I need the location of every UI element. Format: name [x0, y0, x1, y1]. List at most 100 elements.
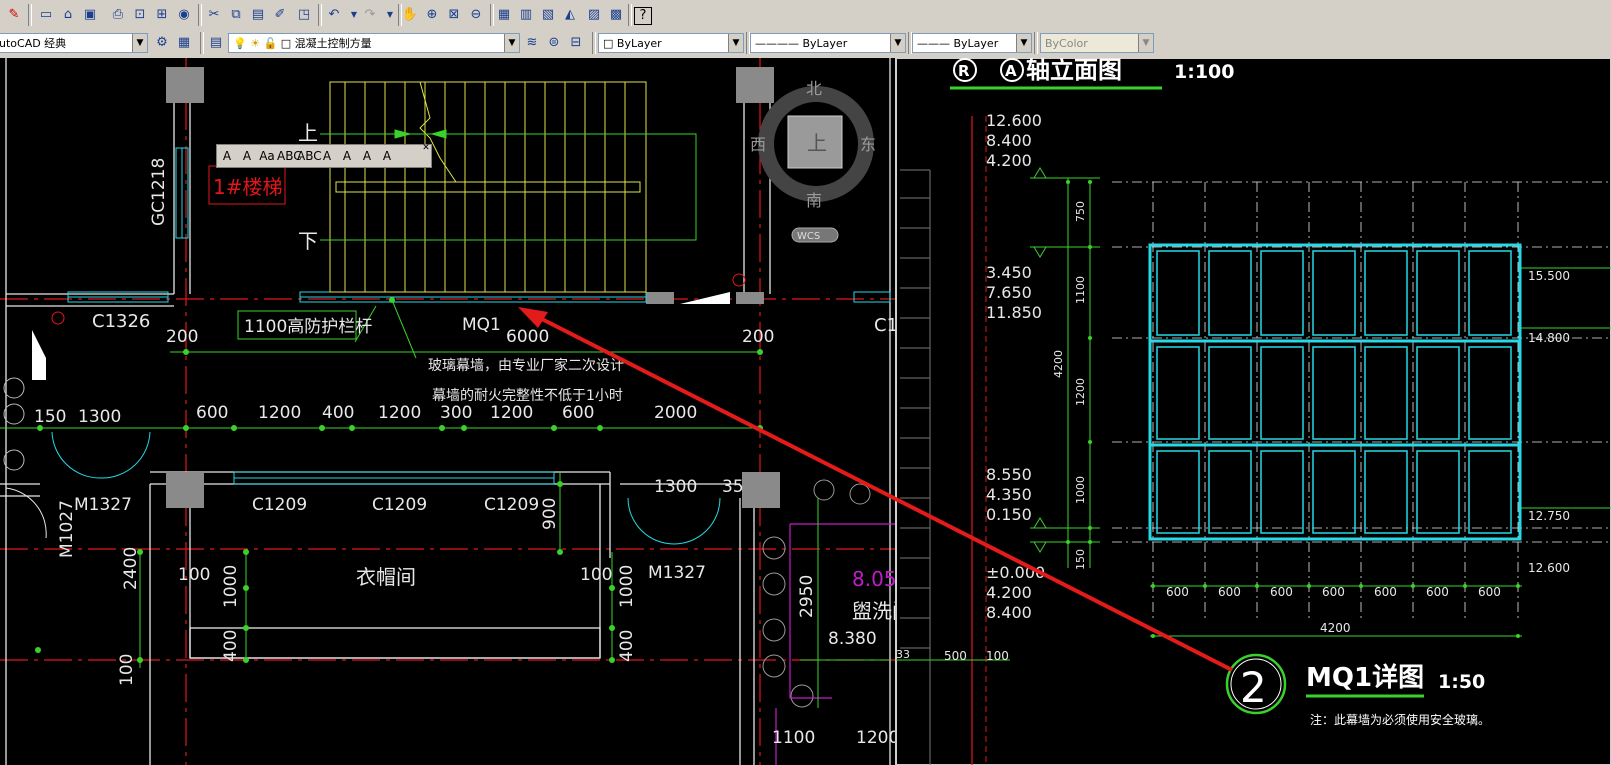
dim-100: 100 [117, 654, 137, 686]
save-icon[interactable]: ▣ [80, 5, 100, 25]
window-c1209-label: C1209 [372, 495, 427, 515]
dim-150: 150 [34, 407, 66, 427]
layer-select[interactable]: 💡 ☀ 🔓 □ 混凝土控制方量 ▼ [228, 33, 520, 53]
dim-300: 300 [440, 403, 472, 423]
lineweight-sample: ——— [917, 37, 950, 50]
plotstyle-select[interactable]: ByColor ▼ [1040, 33, 1154, 53]
workspace-grid-icon[interactable]: ▦ [174, 33, 194, 53]
dim-1200: 1200 [258, 403, 301, 423]
paste-icon[interactable]: ▤ [248, 5, 268, 25]
markup-icon[interactable]: ▨ [584, 5, 604, 25]
chevron-down-icon: ▼ [890, 34, 905, 52]
dim-900: 900 [540, 498, 560, 530]
publish-icon[interactable]: ⊞ [152, 5, 172, 25]
copy-icon[interactable]: ⧉ [226, 5, 246, 25]
railing-label: 1100高防护栏杆 [244, 317, 372, 337]
detail-title: MQ1详图 [1306, 662, 1424, 693]
zoom-window-icon[interactable]: ⊠ [444, 5, 464, 25]
level-0150: 0.150 [986, 505, 1032, 524]
toolbar-separator [28, 4, 32, 26]
help-icon[interactable]: ? [634, 7, 652, 25]
zoom-prev-icon[interactable]: ⊖ [466, 5, 486, 25]
new-icon[interactable]: ▭ [36, 5, 56, 25]
layer-value: 混凝土控制方量 [294, 37, 372, 50]
match-icon[interactable]: ✐ [270, 5, 290, 25]
dim-35: 35 [722, 477, 744, 497]
layer-match-icon[interactable]: ⊜ [544, 33, 564, 53]
spell-check-button[interactable]: ABC [297, 146, 322, 166]
detail-scale: 1:50 [1438, 671, 1485, 693]
toolbar-separator [200, 32, 204, 54]
calc-icon[interactable]: ▩ [606, 5, 626, 25]
viewcube[interactable]: 上 北 南 西 东 WCS [750, 79, 876, 243]
undo-icon[interactable]: ↶ [324, 5, 344, 25]
linetype-sample: ———— [755, 37, 799, 50]
dim-33: 33 [896, 648, 910, 661]
toolbar-separator [1034, 32, 1038, 54]
dim-1200: 1200 [490, 403, 533, 423]
dim-2000: 2000 [654, 403, 697, 423]
dim-1200: 1200 [378, 403, 421, 423]
drawing-canvas[interactable]: 1#楼梯 上 下 GC1218 C1326 C1 1100高防护栏杆 MQ1 6… [0, 58, 1611, 765]
lightbulb-icon: 💡 [233, 37, 247, 50]
window-c1209-label: C1209 [484, 495, 539, 515]
detail-note: 注：此幕墙为必须使用安全玻璃。 [1310, 712, 1490, 727]
scale-text-button[interactable]: A [337, 146, 357, 166]
lineweight-select[interactable]: ——— ByLayer ▼ [912, 33, 1032, 53]
zoom-icon[interactable]: ⊕ [422, 5, 442, 25]
workspace-select[interactable]: utoCAD 经典 ▼ [0, 33, 148, 53]
close-icon[interactable]: ✕ [421, 143, 431, 153]
room-label-cloakroom: 衣帽间 [356, 565, 416, 589]
text-style-button[interactable]: A [317, 146, 337, 166]
print-icon[interactable]: ⎙ [108, 5, 128, 25]
dim-400: 400 [617, 630, 637, 662]
dim-500: 500 [944, 649, 967, 663]
lineweight-value: ByLayer [953, 37, 999, 50]
wcs-label[interactable]: WCS [797, 231, 820, 242]
dim-1200: 1200 [856, 728, 899, 748]
text-button[interactable]: A [217, 146, 237, 166]
chevron-down-icon: ▼ [728, 34, 743, 52]
axis-bubble-r: R [958, 62, 970, 80]
find-button[interactable]: ABC [277, 146, 302, 166]
mq1-label: MQ1 [462, 315, 501, 335]
workspace-settings-icon[interactable]: ⚙ [152, 33, 172, 53]
cut-icon[interactable]: ✂ [204, 5, 224, 25]
window-c1-label: C1 [874, 315, 898, 336]
hdim-600: 600 [1426, 585, 1449, 599]
designcenter-icon[interactable]: ▥ [516, 5, 536, 25]
compass-west: 西 [750, 135, 766, 154]
open-icon[interactable]: ⌂ [58, 5, 78, 25]
linetype-select[interactable]: ———— ByLayer ▼ [750, 33, 906, 53]
layer-states-icon[interactable]: ⊟ [566, 33, 586, 53]
toolpalette-icon[interactable]: ▧ [538, 5, 558, 25]
level-14800: 14.800 [1528, 331, 1570, 345]
detail-number: 2 [1240, 663, 1267, 712]
justify-text-button[interactable]: A [357, 146, 377, 166]
plot-icon[interactable]: ◉ [174, 5, 194, 25]
mtext-button[interactable]: A [237, 146, 257, 166]
dim-100: 100 [986, 649, 1009, 663]
stair-label: 1#楼梯 [213, 175, 282, 199]
dim-1000: 1000 [617, 565, 637, 608]
pan-icon[interactable]: ✋ [400, 5, 420, 25]
layer-manager-icon[interactable]: ▤ [206, 33, 226, 53]
block-icon[interactable]: ◳ [294, 5, 314, 25]
level-8400: 8.400 [986, 603, 1032, 622]
compass-north: 北 [806, 79, 822, 98]
edit-text-button[interactable]: Aa [257, 146, 277, 166]
hdim-600: 600 [1218, 585, 1241, 599]
properties-icon[interactable]: ▦ [494, 5, 514, 25]
color-select[interactable]: □ ByLayer ▼ [598, 33, 744, 53]
text-formatting-toolbar: A A Aa ABCABCA A A A ✕ [216, 143, 432, 168]
convert-button[interactable]: A [377, 146, 397, 166]
hdim-600: 600 [1322, 585, 1345, 599]
redo-dropdown-icon[interactable]: ▼ [380, 5, 400, 25]
sun-icon: ☀ [250, 37, 261, 50]
level-8380: 8.380 [828, 629, 877, 649]
redo-icon[interactable]: ↷ [360, 5, 380, 25]
layer-previous-icon[interactable]: ≋ [522, 33, 542, 53]
preview-icon[interactable]: ⊡ [130, 5, 150, 25]
app-icon[interactable]: ✎ [4, 5, 24, 25]
sheetset-icon[interactable]: ◭ [560, 5, 580, 25]
